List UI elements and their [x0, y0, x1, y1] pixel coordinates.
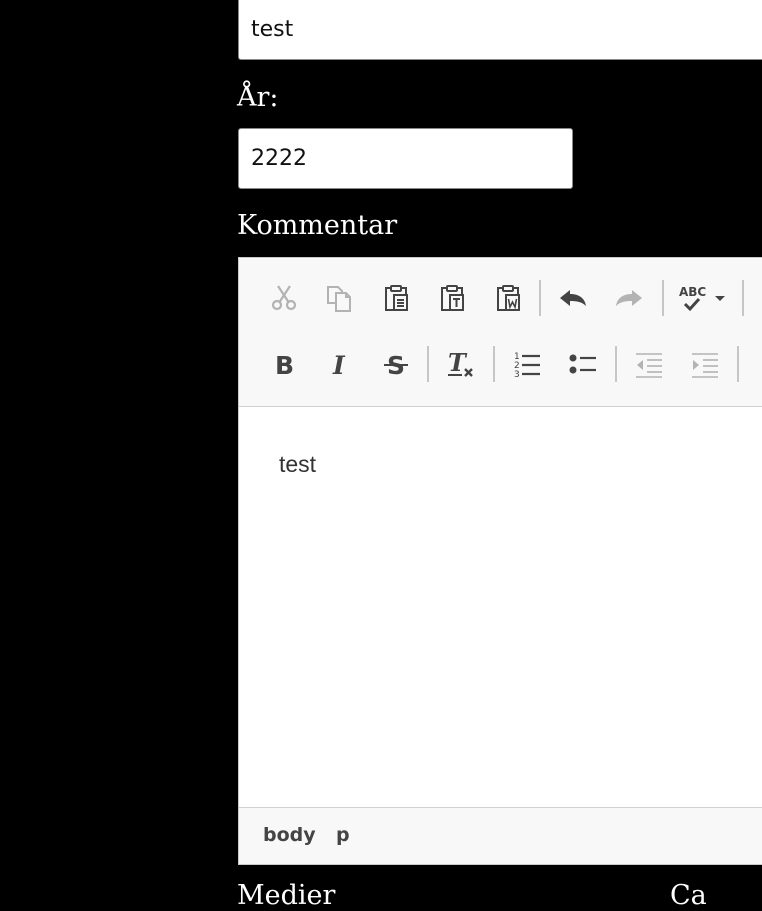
redo-icon[interactable] [611, 280, 647, 316]
undo-icon[interactable] [555, 280, 591, 316]
remove-format-icon[interactable]: T [442, 346, 478, 382]
editor-statusbar: body p [239, 810, 762, 864]
bulleted-list-icon[interactable] [565, 346, 601, 382]
editor-content-area[interactable]: test [239, 406, 762, 808]
toolbar-separator [662, 280, 664, 316]
toolbar-separator [737, 346, 739, 382]
media-label: Medier [237, 880, 336, 911]
paste-text-icon[interactable] [434, 280, 470, 316]
toolbar-separator [615, 346, 617, 382]
toolbar-separator [742, 280, 744, 316]
indent-icon[interactable] [687, 346, 723, 382]
spellcheck-icon[interactable]: ABC [677, 280, 729, 316]
italic-icon[interactable]: I [322, 346, 358, 382]
svg-text:B: B [275, 351, 294, 379]
toolbar-separator [493, 346, 495, 382]
cut-icon[interactable] [266, 280, 302, 316]
toolbar-separator [539, 280, 541, 316]
element-path-p[interactable]: p [336, 824, 350, 846]
svg-text:ABC: ABC [679, 285, 706, 299]
category-label: Ca [670, 880, 707, 911]
year-input[interactable] [238, 128, 573, 189]
element-path-body[interactable]: body [263, 824, 316, 846]
svg-text:I: I [332, 351, 346, 379]
rich-text-editor: ABC B I S T 1 2 3 test body p [238, 257, 762, 865]
toolbar-separator [427, 346, 429, 382]
bold-icon[interactable]: B [266, 346, 302, 382]
name-input[interactable] [238, 0, 762, 60]
strikethrough-icon[interactable]: S [378, 346, 414, 382]
copy-icon[interactable] [321, 280, 357, 316]
editor-toolbar: ABC B I S T 1 2 3 [239, 258, 762, 408]
outdent-icon[interactable] [631, 346, 667, 382]
numbered-list-icon[interactable]: 1 2 3 [509, 346, 545, 382]
paste-from-word-icon[interactable] [490, 280, 526, 316]
year-label: År: [237, 82, 279, 113]
comment-label: Kommentar [237, 210, 398, 241]
paste-icon[interactable] [378, 280, 414, 316]
svg-text:T: T [448, 348, 468, 377]
svg-text:3: 3 [514, 370, 520, 379]
editor-paragraph: test [279, 451, 317, 477]
